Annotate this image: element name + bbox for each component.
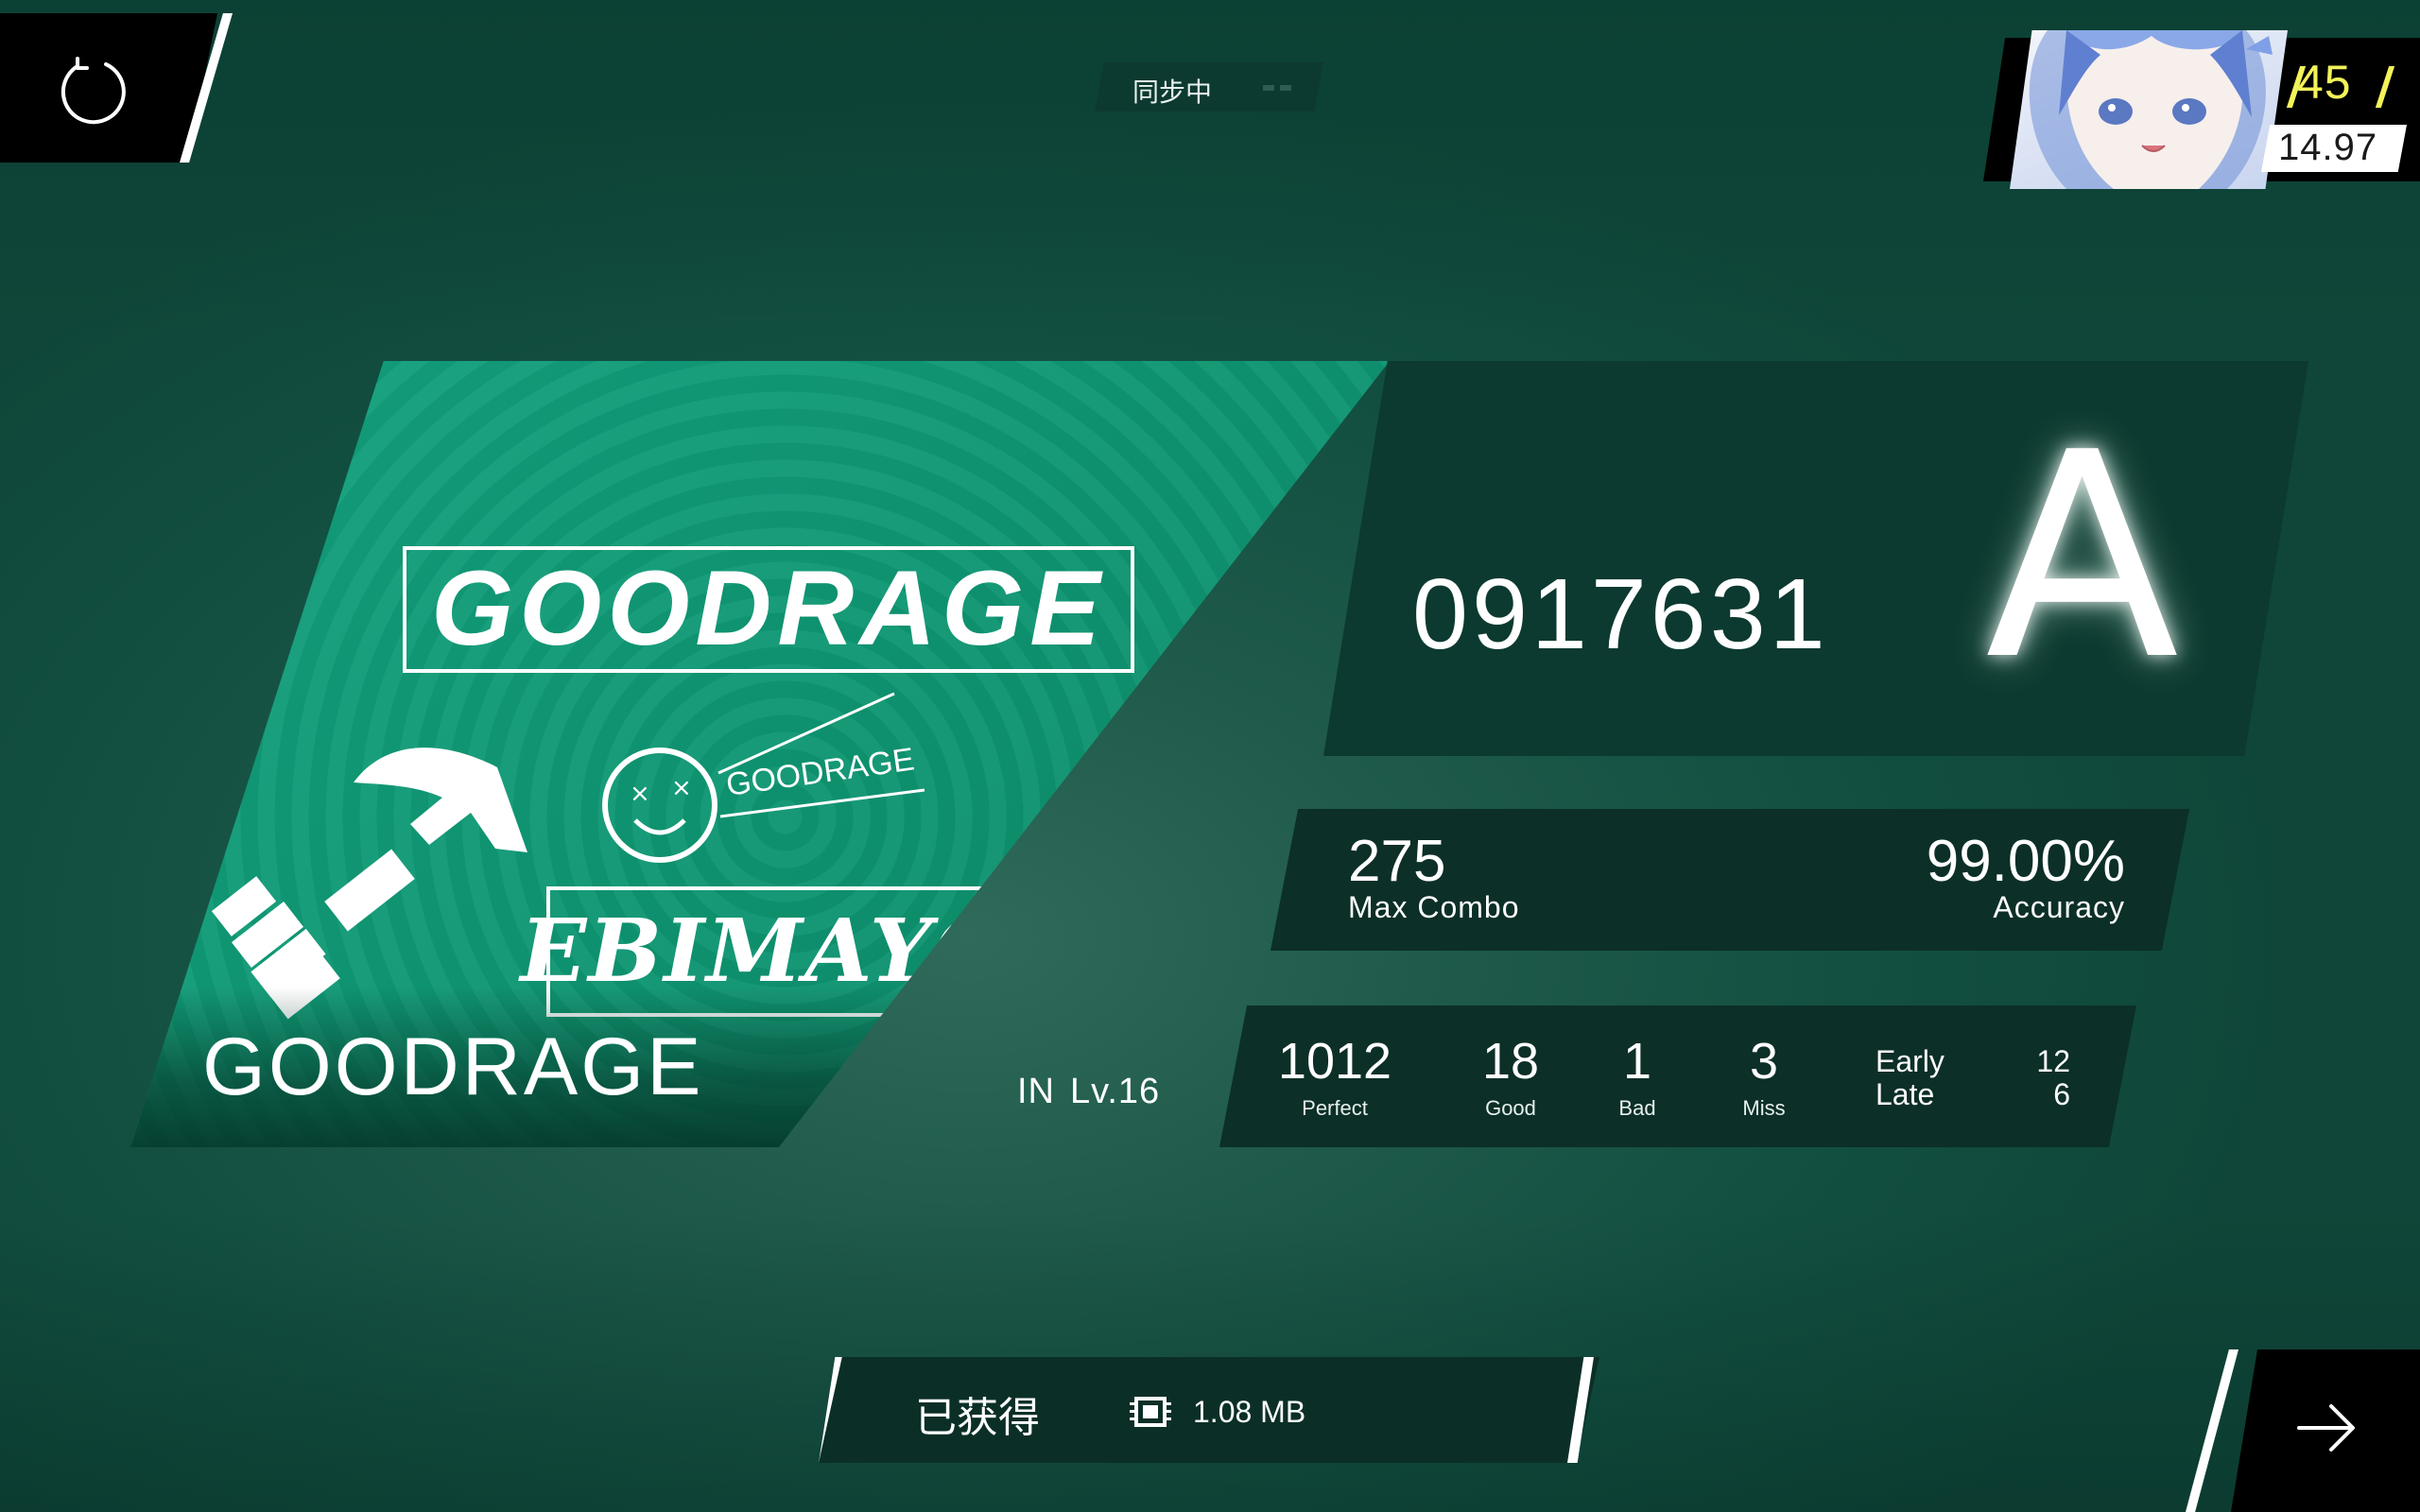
perfect-label: Perfect xyxy=(1302,1096,1368,1120)
judgement-perfect: 1012 Perfect xyxy=(1259,1036,1410,1121)
early-late-labels: Early Late xyxy=(1876,1045,1945,1111)
early-label: Early xyxy=(1876,1044,1945,1078)
svg-text:×: × xyxy=(671,774,692,802)
retry-button[interactable] xyxy=(0,13,217,163)
sync-status: 同步中 xyxy=(1132,77,1213,108)
player-rks: 14.97 xyxy=(2278,127,2378,168)
next-button[interactable] xyxy=(2231,1349,2420,1512)
acquired-label: 已获得 xyxy=(915,1394,1040,1442)
player-avatar[interactable] xyxy=(2010,30,2288,189)
next-stripe-decoration xyxy=(2186,1349,2238,1512)
song-difficulty: IN Lv.16 xyxy=(1017,1072,1160,1112)
player-level: 45 xyxy=(2297,56,2352,109)
result-screen: 同步中 45 14.97 GOODRAGE × × GOODRAGE EBIMA… xyxy=(0,0,2420,1512)
judgement-miss: 3 Miss xyxy=(1688,1036,1840,1121)
score-value: 0917631 xyxy=(1412,558,1829,670)
late-label: Late xyxy=(1876,1077,1935,1111)
early-count: 12 xyxy=(2036,1044,2070,1078)
sync-indicator: 同步中 xyxy=(1095,62,1323,112)
perfect-count: 1012 xyxy=(1277,1033,1392,1090)
difficulty-name: IN xyxy=(1017,1072,1055,1111)
miss-label: Miss xyxy=(1742,1096,1786,1120)
max-combo-value: 275 xyxy=(1348,829,1446,894)
accuracy-label: Accuracy xyxy=(1993,890,2125,924)
data-chip-icon xyxy=(1130,1397,1171,1427)
difficulty-level: Lv.16 xyxy=(1070,1072,1161,1111)
grade-letter: A xyxy=(1985,392,2180,722)
svg-text:×: × xyxy=(630,780,650,808)
arrow-right-icon xyxy=(2297,1404,2355,1452)
miss-count: 3 xyxy=(1749,1033,1779,1090)
refresh-icon xyxy=(60,57,126,125)
sync-progress-dots xyxy=(1263,85,1291,91)
accuracy-value: 99.00% xyxy=(1926,829,2125,894)
data-amount: 1.08 MB xyxy=(1193,1395,1306,1429)
jacket-logo-text: GOODRAGE xyxy=(431,549,1106,667)
song-title: GOODRAGE xyxy=(202,1022,704,1112)
max-combo-label: Max Combo xyxy=(1348,890,1520,924)
late-count: 6 xyxy=(2053,1077,2070,1111)
early-late-values: 12 6 xyxy=(2014,1045,2070,1111)
